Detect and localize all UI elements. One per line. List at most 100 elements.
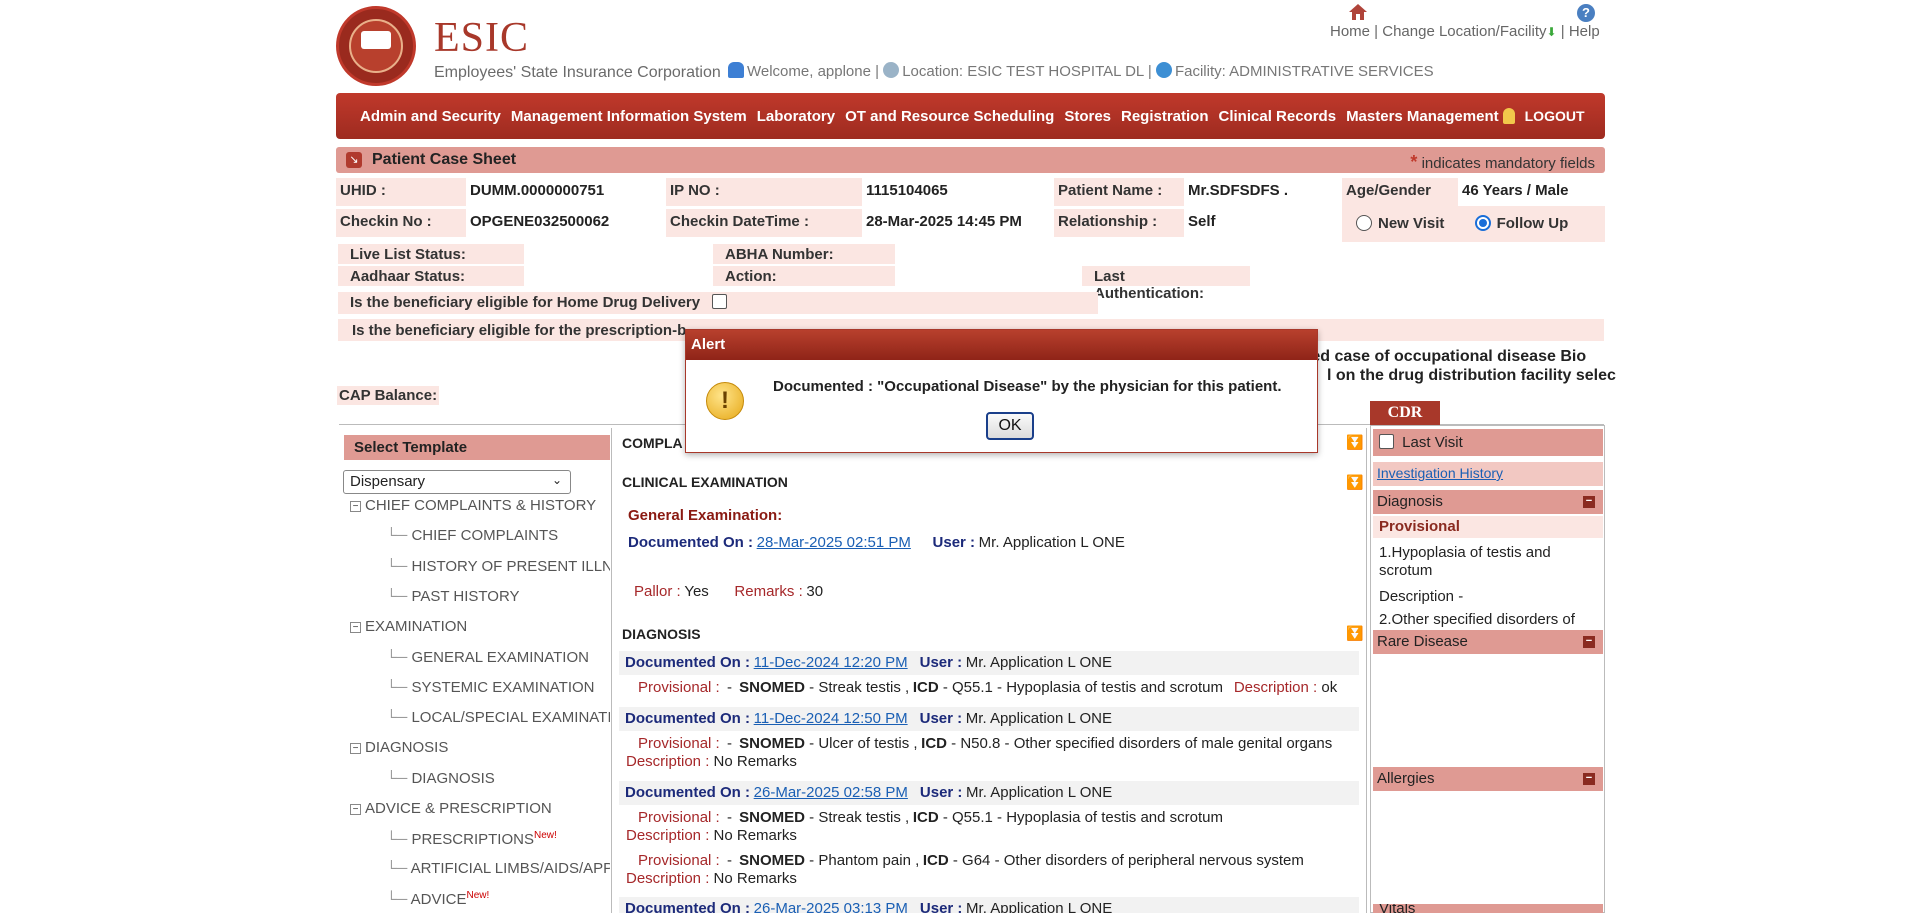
age-gender-value: 46 Years / Male <box>1462 182 1569 199</box>
nav-clinical-records[interactable]: Clinical Records <box>1219 108 1337 125</box>
icd-label: ICD <box>921 735 948 752</box>
new-visit-radio-circle[interactable] <box>1356 215 1372 231</box>
tree-item[interactable]: └─ HISTORY OF PRESENT ILLNE <box>386 558 610 575</box>
diagnosis-line: Provisional : - SNOMED - Ulcer of testis… <box>626 735 1356 771</box>
tree-item[interactable]: └─ PRESCRIPTIONSNew! <box>386 830 610 848</box>
tree-item[interactable]: └─ LOCAL/SPECIAL EXAMINATIOI <box>386 709 610 726</box>
tree-collapse-icon[interactable]: − <box>350 804 361 815</box>
logout-button[interactable]: LOGOUT <box>1525 108 1585 124</box>
general-exam-date-link[interactable]: 28-Mar-2025 02:51 PM <box>757 534 911 551</box>
follow-up-label: Follow Up <box>1496 215 1569 232</box>
diagnosis-entry-header: Documented On : 26-Mar-2025 03:13 PM User… <box>619 897 1359 913</box>
live-list-status-label: Live List Status: <box>338 244 524 264</box>
warning-icon: ! <box>706 382 744 420</box>
tree-label: PRESCRIPTIONS <box>411 831 534 848</box>
tree-group[interactable]: − EXAMINATION <box>350 618 608 635</box>
description-label: Description : <box>626 753 710 770</box>
uhid-value: DUMM.0000000751 <box>470 182 605 199</box>
tree-group[interactable]: − DIAGNOSIS <box>350 739 608 756</box>
tree-item[interactable]: └─ ADVICENew! <box>386 890 610 908</box>
template-select[interactable]: Dispensary ⌄ <box>343 470 571 494</box>
nav-laboratory[interactable]: Laboratory <box>757 108 835 125</box>
help-link[interactable]: Help <box>1569 23 1600 40</box>
tree-label: EXAMINATION <box>365 618 468 635</box>
brand-title: ESIC <box>434 15 530 61</box>
tree-item[interactable]: └─ DIAGNOSIS <box>386 770 610 787</box>
tree-connector: └─ <box>386 770 412 787</box>
tree-collapse-icon[interactable]: − <box>350 743 361 754</box>
icd-term: - N50.8 - Other specified disorders of m… <box>947 735 1333 752</box>
age-gender-label: Age/Gender <box>1342 178 1458 206</box>
tree-item[interactable]: └─ GENERAL EXAMINATION <box>386 649 610 666</box>
dash: - <box>726 735 732 752</box>
tree-connector: └─ <box>386 860 411 877</box>
icd-term: - Q55.1 - Hypoplasia of testis and scrot… <box>938 809 1223 826</box>
collapse-minus-icon[interactable]: − <box>1583 636 1595 648</box>
alert-dialog: Alert ! Documented : "Occupational Disea… <box>685 329 1318 453</box>
help-icon[interactable]: ? <box>1577 4 1595 22</box>
collapse-clinical-icon[interactable]: ⏬ <box>1346 474 1363 490</box>
icd-label: ICD <box>912 679 939 696</box>
home-link[interactable]: Home <box>1330 23 1370 40</box>
collapse-minus-icon[interactable]: − <box>1583 773 1595 785</box>
follow-up-radio[interactable]: Follow Up <box>1474 215 1569 232</box>
tree-label: SYSTEMIC EXAMINATION <box>411 679 595 696</box>
tree-group[interactable]: − ADVICE & PRESCRIPTION <box>350 800 608 817</box>
clinical-exam-header: CLINICAL EXAMINATION <box>622 474 788 490</box>
welcome-text: Welcome, applone <box>747 63 871 80</box>
investigation-history-link[interactable]: Investigation History <box>1377 465 1503 481</box>
follow-up-radio-circle[interactable] <box>1474 215 1491 231</box>
nav-registration[interactable]: Registration <box>1121 108 1209 125</box>
documented-on-label: Documented On : <box>628 534 754 551</box>
description-label: Description : <box>626 870 710 887</box>
action-label: Action: <box>713 266 895 286</box>
nav-ot-scheduling[interactable]: OT and Resource Scheduling <box>845 108 1054 125</box>
diagnosis-user: Mr. Application L ONE <box>966 784 1113 801</box>
collapse-minus-icon[interactable]: − <box>1583 496 1595 508</box>
esic-logo <box>336 6 416 86</box>
pallor-label: Pallor : <box>634 583 681 600</box>
nav-admin-security[interactable]: Admin and Security <box>360 108 501 125</box>
tree-item[interactable]: └─ PAST HISTORY <box>386 588 610 605</box>
snomed-term: - Ulcer of testis , <box>805 735 918 752</box>
nav-mis[interactable]: Management Information System <box>511 108 747 125</box>
tree-collapse-icon[interactable]: − <box>350 622 361 633</box>
collapse-diagnosis-icon[interactable]: ⏬ <box>1346 625 1363 641</box>
last-visit-checkbox[interactable] <box>1379 434 1394 449</box>
provisional-label: Provisional : <box>638 735 720 752</box>
cdr-tab[interactable]: CDR <box>1370 401 1440 425</box>
dash: - <box>726 809 732 826</box>
diagnosis-date-link[interactable]: 11-Dec-2024 12:50 PM <box>754 710 908 727</box>
description-value: No Remarks <box>709 753 797 770</box>
tree-item[interactable]: └─ CHIEF COMPLAINTS <box>386 527 610 544</box>
diagnosis-date-link[interactable]: 26-Mar-2025 03:13 PM <box>754 900 908 913</box>
collapse-arrow-icon[interactable]: ↘ <box>346 152 362 168</box>
relationship-label: Relationship : <box>1054 209 1184 237</box>
home-drug-checkbox[interactable] <box>712 294 728 309</box>
relationship-value: Self <box>1188 213 1216 230</box>
tree-item[interactable]: └─ ARTIFICIAL LIMBS/AIDS/APPLI <box>386 860 610 877</box>
diagnosis-date-link[interactable]: 11-Dec-2024 12:20 PM <box>754 654 908 671</box>
tree-label: ADVICE <box>410 891 467 908</box>
general-exam-label: General Examination: <box>628 507 783 524</box>
tree-label: HISTORY OF PRESENT ILLNE <box>411 558 610 575</box>
tree-item[interactable]: └─ SYSTEMIC EXAMINATION <box>386 679 610 696</box>
user-label: User : <box>919 654 963 671</box>
collapse-complaints-icon[interactable]: ⏬ <box>1346 434 1363 450</box>
diagnosis-date-link[interactable]: 26-Mar-2025 02:58 PM <box>754 784 908 801</box>
nav-stores[interactable]: Stores <box>1064 108 1111 125</box>
new-visit-radio[interactable]: New Visit <box>1356 215 1444 232</box>
new-badge: New! <box>533 830 557 841</box>
description-value: No Remarks <box>709 870 797 887</box>
diagnosis-entry-header: Documented On : 11-Dec-2024 12:50 PM User… <box>619 707 1359 731</box>
nav-masters-management[interactable]: Masters Management <box>1346 108 1499 125</box>
tree-collapse-icon[interactable]: − <box>350 501 361 512</box>
home-icon[interactable] <box>1348 2 1368 22</box>
change-location-link[interactable]: Change Location/Facility <box>1382 23 1546 40</box>
tree-label: CHIEF COMPLAINTS & HISTORY <box>365 497 597 514</box>
tree-group[interactable]: − CHIEF COMPLAINTS & HISTORY <box>350 497 608 514</box>
visit-type-group: New Visit Follow Up <box>1342 206 1605 242</box>
icd-term: - G64 - Other disorders of peripheral ne… <box>948 852 1304 869</box>
ok-button[interactable]: OK <box>986 412 1034 440</box>
tree-label: ARTIFICIAL LIMBS/AIDS/APPLI <box>410 860 610 877</box>
